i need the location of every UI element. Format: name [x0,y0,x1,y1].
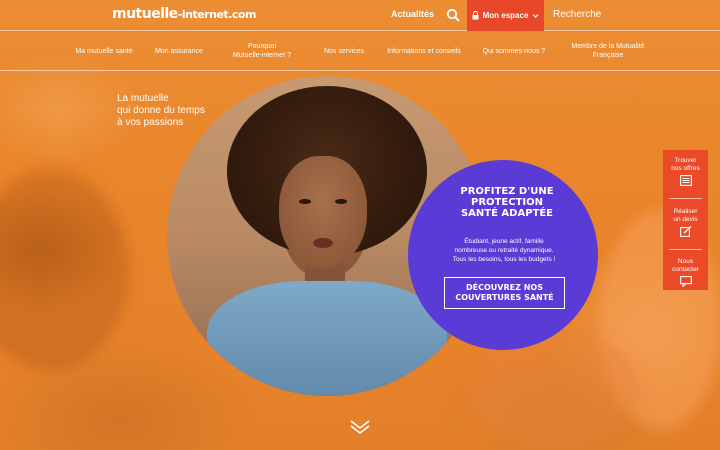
main-nav: Ma mutuelle santé Mon assurance Pourquoi… [0,31,720,71]
promo-description: Étudiant, jeune actif, famille nombreuse… [438,237,570,264]
nav-item-assurance[interactable]: Mon assurance [148,31,210,71]
side-divider [669,198,702,199]
logo-mid: -internet [177,8,229,21]
side-panel: Trouver nos offres Réaliser un devis Nou… [663,150,708,290]
contact-us-line2: contacter [672,266,699,273]
nav-item-pourquoi-line1: Pourquoi [247,43,277,50]
nav-item-mutualite-line2: Française [592,52,624,59]
tagline-line2: qui donne du temps [117,105,205,116]
promo-button-line1: DÉCOUVREZ NOS [466,283,543,292]
get-quote-button[interactable]: Réaliser un devis [663,208,708,237]
tagline-line1: La mutuelle [117,93,169,104]
get-quote-line1: Réaliser [673,208,698,215]
promo-title: PROFITEZ D'UNE PROTECTION SANTÉ ADAPTÉE [452,186,562,219]
logo-main: mutuelle [112,6,178,22]
contact-us-button[interactable]: Nous contacter [663,258,708,287]
side-divider [669,249,702,250]
promo-title-line2: PROTECTION [471,197,543,208]
promo-title-line1: PROFITEZ D'UNE [460,186,554,197]
news-link[interactable]: Actualités [391,9,434,19]
nav-item-services[interactable]: Nos services [316,31,372,71]
promo-button-line2: COUVERTURES SANTÉ [455,293,554,302]
portrait-eye-left [299,199,311,204]
search-icon[interactable] [446,8,460,22]
contact-us-line1: Nous [677,258,694,265]
portrait-eye-right [335,199,347,204]
scroll-down-icon[interactable] [349,419,371,435]
search-link[interactable]: Recherche [553,9,601,20]
hero-tagline: La mutuelle qui donne du temps à vos pas… [117,93,227,129]
nav-item-informations[interactable]: Informations et conseils [380,31,468,71]
chat-icon [679,276,692,287]
list-icon [679,175,692,186]
chevron-down-icon [532,13,539,18]
nav-item-pourquoi-line2: Mutuelle-internet ? [233,52,291,59]
nav-item-qui-sommes-nous[interactable]: Qui sommes-nous ? [476,31,552,71]
lock-icon [472,11,479,20]
my-account-button[interactable]: Mon espace [467,0,544,31]
background-figure [0,170,130,370]
nav-item-mutualite-line1: Membre de la Mutualité [571,43,645,50]
logo-tld: .com [228,8,256,21]
promo-text-line3: Tous les besoins, tous les budgets ! [452,256,556,263]
promo-text-line1: Étudiant, jeune actif, famille [464,238,544,245]
nav-item-mutualite[interactable]: Membre de la Mutualité Française [560,31,656,71]
find-offers-button[interactable]: Trouver nos offres [663,157,708,186]
find-offers-line2: nos offres [671,165,700,172]
find-offers-line1: Trouver [674,157,697,164]
get-quote-line2: un devis [673,216,698,223]
nav-item-mutuelle-sante[interactable]: Ma mutuelle santé [66,31,142,71]
nav-item-pourquoi[interactable]: Pourquoi Mutuelle-internet ? [222,31,302,71]
top-bar: mutuelle-internet.com Actualités Mon esp… [0,0,720,31]
discover-coverage-button[interactable]: DÉCOUVREZ NOS COUVERTURES SANTÉ [444,277,565,309]
site-logo[interactable]: mutuelle-internet.com [112,6,256,22]
my-account-label: Mon espace [482,11,529,20]
portrait-mouth [313,238,333,248]
promo-title-line3: SANTÉ ADAPTÉE [460,208,554,219]
portrait-face [279,156,367,268]
portrait-shirt [207,281,447,396]
promo-text-line2: nombreuse ou retraité dynamique. [454,247,554,254]
edit-icon [679,226,691,237]
